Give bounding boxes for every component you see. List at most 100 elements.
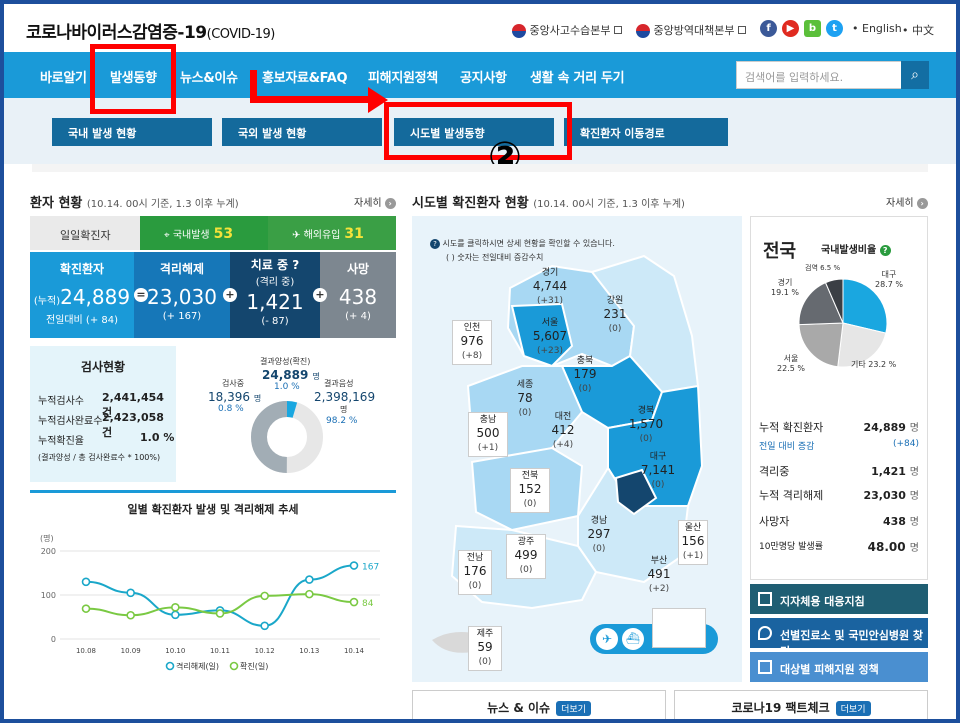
external-link-icon (737, 26, 746, 34)
region-label[interactable]: 경기 4,744 (+31) (530, 268, 570, 307)
region-label[interactable]: 인천 976 (+8) (452, 320, 492, 366)
lang-chinese[interactable]: • 中文 (902, 22, 934, 38)
region-label[interactable]: 울산 156 (+1) (678, 520, 708, 566)
subnav-routes[interactable]: 확진환자 이동경로 (564, 118, 728, 146)
help-icon[interactable]: ? (292, 258, 299, 272)
data-point[interactable] (305, 589, 314, 599)
nav-item-news[interactable]: 뉴스&이슈 (180, 67, 238, 86)
nav-item-notice[interactable]: 공지사항 (460, 67, 507, 86)
news-more-button[interactable]: 더보기 (556, 701, 591, 716)
region-label[interactable]: 전남 176 (0) (458, 550, 492, 596)
youtube-icon[interactable]: ▶ (782, 20, 799, 37)
map-title: 시도별 확진환자 현황 (10.14. 00시 기준, 1.3 이후 누계) (412, 196, 685, 211)
map-more-link[interactable]: 자세히 › (886, 194, 928, 209)
lang-english[interactable]: • English (852, 22, 902, 35)
help-icon[interactable]: ? (879, 245, 891, 256)
highlight-box-nav (90, 44, 176, 114)
news-box-header: 뉴스 & 이슈 더보기 (412, 690, 666, 719)
data-point[interactable] (126, 588, 135, 598)
pie-label-seoul: 서울 22.5 % (777, 354, 805, 373)
plane-icon: ✈ (596, 628, 618, 650)
data-point[interactable] (126, 610, 135, 620)
x-tick-label: 10.10 (165, 647, 185, 655)
region-label[interactable]: 강원 231 (0) (598, 296, 632, 335)
status-more-link[interactable]: 자세히 › (354, 194, 396, 209)
test-donut-chart (251, 401, 323, 473)
daily-confirmed-row: 일일확진자 ⌖ 국내발생 53 ✈ 해외유입 31 (30, 216, 396, 250)
search-button[interactable]: ⌕ (901, 61, 929, 89)
nav-item-promo-faq[interactable]: 홍보자료&FAQ (262, 67, 348, 86)
region-label[interactable]: 충북 179 (0) (568, 356, 602, 395)
national-row: 전일 대비 증감 (+84) (759, 439, 919, 452)
region-label[interactable]: 세종 78 (0) (508, 380, 542, 419)
pie-label-gyeonggi: 경기 19.1 % (771, 278, 799, 297)
clinic-finder-button[interactable]: 선별진료소 및 국민안심병원 찾기 (750, 618, 928, 658)
testing-pct: 0.8 % (218, 404, 244, 414)
y-tick-label: 0 (51, 635, 56, 644)
negative-label: 결과음성 (324, 379, 354, 388)
label-quarantine[interactable] (652, 608, 706, 648)
equals-icon: = (134, 288, 148, 302)
overseas-tab[interactable]: ✈ 해외유입 31 (268, 216, 396, 250)
support-policy-button[interactable]: 대상별 피해지원 정책 (750, 652, 928, 682)
region-label[interactable]: 대구 7,141 (0) (638, 452, 678, 491)
local-guideline-button[interactable]: 지자체용 대응지침 (750, 584, 928, 614)
nav-item-distancing[interactable]: 생활 속 거리 두기 (530, 67, 625, 86)
link-central-quarantine-hq[interactable]: 중앙방역대책본부 (636, 22, 746, 38)
facebook-icon[interactable]: f (760, 20, 777, 37)
annotation-arrow-shaft-h (250, 96, 372, 103)
chevron-right-icon: › (384, 198, 396, 209)
x-tick-label: 10.09 (121, 647, 141, 655)
pie-slice[interactable] (798, 322, 844, 368)
pie-label-daegu: 대구 28.7 % (875, 270, 903, 289)
factcheck-more-button[interactable]: 더보기 (835, 701, 871, 716)
y-unit-label: (명) (40, 533, 54, 543)
region-label[interactable]: 전북 152 (0) (510, 468, 550, 514)
region-label[interactable]: 서울 5,607 (+23) (530, 318, 570, 357)
data-point[interactable] (81, 604, 91, 613)
link-central-disaster-hq[interactable]: 중앙사고수습본부 (512, 22, 622, 38)
nav-item-about[interactable]: 바로알기 (40, 67, 87, 86)
data-point[interactable] (305, 575, 314, 584)
region-label[interactable]: 충남 500 (+1) (468, 412, 508, 458)
region-label[interactable]: 제주 59 (0) (468, 626, 502, 672)
region-map-panel: ? 시도를 클릭하시면 상세 현황을 확인할 수 있습니다. ( ) 숫자는 전… (412, 216, 742, 682)
banner-edge (32, 164, 928, 172)
test-note: (결과양성 / 총 검사완료수 * 100%) (38, 453, 161, 462)
data-point[interactable] (215, 609, 225, 618)
data-point[interactable] (260, 591, 269, 601)
plane-icon: ✈ (292, 230, 301, 241)
data-point[interactable] (171, 603, 180, 612)
region-label[interactable]: 부산 491 (+2) (642, 556, 676, 595)
subnav-overseas[interactable]: 국외 발생 현황 (222, 118, 382, 146)
data-point[interactable] (349, 597, 359, 607)
nav-item-support[interactable]: 피해지원정책 (368, 67, 438, 86)
x-tick-label: 10.13 (299, 647, 319, 655)
region-label[interactable]: 광주 499 (0) (506, 534, 546, 580)
daily-label: 일일확진자 (60, 229, 111, 242)
region-label[interactable]: 대전 412 (+4) (546, 412, 580, 451)
national-row: 격리중 1,421 명 (759, 465, 919, 478)
pie-label-etc: 기타 23.2 % (851, 360, 897, 369)
stat-confirmed: 확진환자 (누적)24,889 전일대비 (+ 84) (30, 252, 134, 338)
region-label[interactable]: 경남 297 (0) (582, 516, 616, 555)
data-point[interactable] (171, 610, 180, 620)
region-label[interactable]: 경북 1,570 (0) (626, 406, 666, 445)
legend-swatch (229, 661, 239, 671)
stat-released: 격리해제 23,030 (+ 167) (134, 252, 230, 338)
subnav-domestic[interactable]: 국내 발생 현황 (52, 118, 212, 146)
twitter-icon[interactable]: t (826, 20, 843, 37)
domestic-tab[interactable]: ⌖ 국내발생 53 (140, 216, 268, 250)
search-input[interactable]: 검색어를 입력하세요. (736, 61, 902, 89)
data-point[interactable] (81, 577, 91, 587)
plus-icon: + (223, 288, 237, 302)
data-point[interactable] (349, 561, 359, 570)
blog-icon[interactable]: b (804, 20, 821, 37)
national-panel: 전국 국내발생비율 ? 대구 28.7 % 기타 23.2 % 서울 22.5 % … (750, 216, 928, 580)
stat-deaths: 사망 438 (+ 4) (320, 252, 396, 338)
site-title[interactable]: 코로나바이러스감염증-19(COVID-19) (26, 18, 275, 43)
trend-title: 일별 확진환자 발생 및 격리해제 추세 (127, 503, 299, 516)
x-tick-label: 10.14 (344, 647, 365, 655)
step-number: ② (488, 134, 522, 180)
data-point[interactable] (260, 621, 269, 631)
